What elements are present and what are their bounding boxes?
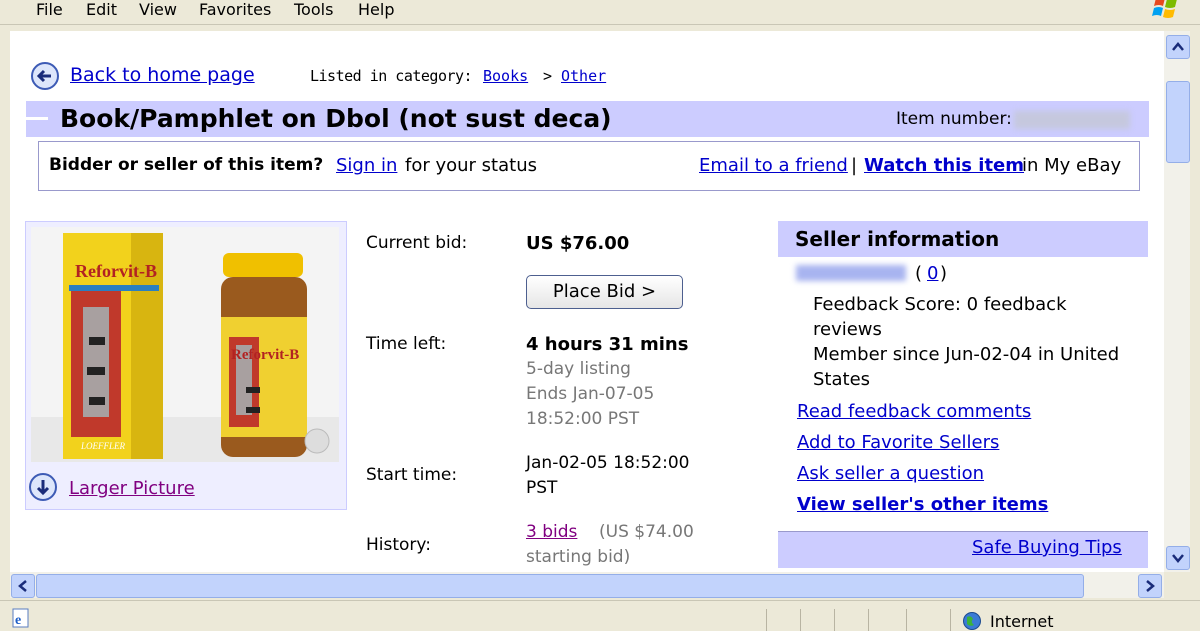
scroll-right-button[interactable] <box>1138 574 1162 598</box>
listed-in-label: Listed in category: <box>310 67 473 85</box>
seller-footer: Safe Buying Tips <box>778 531 1148 568</box>
enlarge-arrow-icon[interactable] <box>28 472 58 502</box>
add-favorite-link[interactable]: Add to Favorite Sellers <box>797 432 999 453</box>
feedback-score-line1: Feedback Score: 0 feedback <box>813 294 1067 315</box>
picture-box: Reforvit-B LOEFFLER Reforvit-B Larger Pi… <box>25 221 347 510</box>
status-divider <box>800 609 801 631</box>
vertical-scrollbar[interactable] <box>1164 31 1190 572</box>
bid-history-link[interactable]: 3 bids <box>526 522 577 542</box>
starting-bid-line2: starting bid) <box>526 547 631 567</box>
product-image: Reforvit-B LOEFFLER Reforvit-B <box>31 227 339 462</box>
end-time: 18:52:00 PST <box>526 409 640 429</box>
seller-info-box: Seller information ( 0 ) Feedback Score:… <box>778 221 1148 572</box>
end-date: Ends Jan-07-05 <box>526 384 655 404</box>
menu-file[interactable]: File <box>36 0 63 19</box>
scroll-up-button[interactable] <box>1166 35 1190 59</box>
box-brand-text: LOEFFLER <box>80 441 126 451</box>
status-text: for your status <box>405 155 537 176</box>
member-since-line1: Member since Jun-02-04 in United <box>813 344 1120 365</box>
horizontal-scrollbar[interactable] <box>10 572 1164 598</box>
ask-seller-link[interactable]: Ask seller a question <box>797 463 984 484</box>
status-divider <box>906 609 907 631</box>
scroll-left-button[interactable] <box>11 574 35 598</box>
start-time-label: Start time: <box>366 465 458 485</box>
security-zone-label: Internet <box>990 612 1054 631</box>
item-photo[interactable]: Reforvit-B LOEFFLER Reforvit-B <box>31 227 339 462</box>
starting-bid-line1: (US $74.00 <box>599 522 694 542</box>
breadcrumb-separator: > <box>543 67 553 85</box>
start-time-value-line2: PST <box>526 478 558 498</box>
page-viewport: Back to home page Listed in category: Bo… <box>10 31 1164 572</box>
menu-help[interactable]: Help <box>358 0 394 19</box>
back-home-link[interactable]: Back to home page <box>70 64 255 86</box>
safe-buying-tips-link[interactable]: Safe Buying Tips <box>972 537 1122 558</box>
status-bar: e Internet <box>0 600 1200 631</box>
chevron-up-icon <box>1172 42 1184 51</box>
back-arrow-icon[interactable] <box>30 61 60 91</box>
status-box: Bidder or seller of this item? Sign in f… <box>38 141 1140 191</box>
horizontal-scroll-thumb[interactable] <box>36 574 1084 598</box>
status-divider <box>868 609 869 631</box>
larger-picture-link[interactable]: Larger Picture <box>69 478 195 499</box>
menu-edit[interactable]: Edit <box>86 0 117 19</box>
title-stripe <box>26 117 48 120</box>
status-divider <box>834 609 835 631</box>
bidder-question: Bidder or seller of this item? <box>49 155 324 175</box>
time-left-value: 4 hours 31 mins <box>526 334 689 355</box>
menu-bar: File Edit View Favorites Tools Help <box>0 0 1200 25</box>
vial-label-text: Reforvit-B <box>231 347 299 363</box>
internet-globe-icon <box>963 612 981 630</box>
listing-duration: 5-day listing <box>526 359 631 379</box>
svg-text:e: e <box>15 613 21 628</box>
menu-view[interactable]: View <box>139 0 177 19</box>
menu-tools[interactable]: Tools <box>294 0 333 19</box>
current-bid-value: US $76.00 <box>526 233 630 254</box>
scroll-down-button[interactable] <box>1166 546 1190 570</box>
seller-heading: Seller information <box>795 227 1000 251</box>
chevron-right-icon <box>1146 580 1155 592</box>
scroll-corner <box>1164 572 1200 600</box>
item-number-redacted <box>1014 111 1130 129</box>
seller-other-items-link[interactable]: View seller's other items <box>797 494 1048 515</box>
vertical-scroll-thumb[interactable] <box>1166 81 1190 163</box>
feedback-close-paren: ) <box>940 263 948 284</box>
time-left-label: Time left: <box>366 334 447 354</box>
page-title: Book/Pamphlet on Dbol (not sust deca) <box>60 104 612 133</box>
email-friend-link[interactable]: Email to a friend <box>699 155 848 176</box>
feedback-score-line2: reviews <box>813 319 882 340</box>
feedback-count-link[interactable]: 0 <box>927 263 938 284</box>
seller-name-redacted[interactable] <box>796 265 906 281</box>
status-divider <box>766 609 767 631</box>
place-bid-button[interactable]: Place Bid > <box>526 275 683 309</box>
seller-header: Seller information <box>778 221 1148 257</box>
feedback-open-paren: ( <box>915 263 923 284</box>
status-divider <box>950 609 951 631</box>
my-ebay-text: in My eBay <box>1022 155 1122 176</box>
menu-favorites[interactable]: Favorites <box>199 0 271 19</box>
chevron-down-icon <box>1172 554 1184 563</box>
read-feedback-link[interactable]: Read feedback comments <box>797 401 1031 422</box>
category-books-link[interactable]: Books <box>483 67 528 85</box>
item-number-label: Item number: <box>896 109 1012 129</box>
history-label: History: <box>366 535 431 555</box>
sign-in-link[interactable]: Sign in <box>336 155 397 176</box>
current-bid-label: Current bid: <box>366 233 468 253</box>
category-other-link[interactable]: Other <box>561 67 606 85</box>
ie-page-icon: e <box>12 608 29 628</box>
watch-item-link[interactable]: Watch this item <box>864 155 1024 176</box>
chevron-left-icon <box>18 580 27 592</box>
start-time-value-line1: Jan-02-05 18:52:00 <box>526 453 690 473</box>
member-since-line2: States <box>813 369 871 390</box>
windows-logo-icon <box>1152 0 1177 18</box>
pipe-separator: | <box>851 155 858 176</box>
box-label-text: Reforvit-B <box>75 261 157 281</box>
